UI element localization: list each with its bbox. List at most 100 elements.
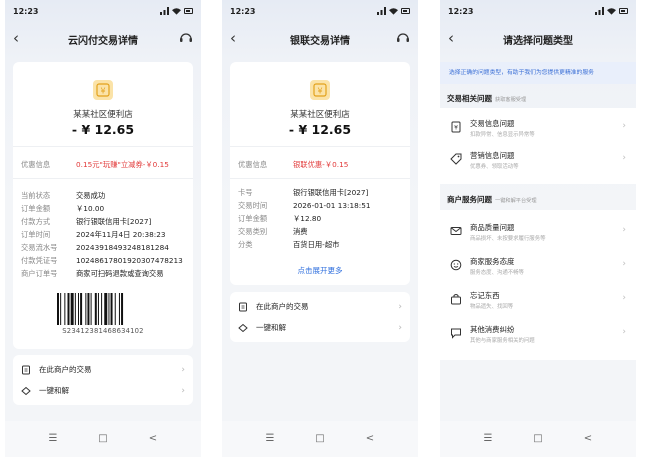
signal-icon xyxy=(595,7,604,15)
issue-title: 其他消费纠纷 xyxy=(470,325,515,334)
menu-icon[interactable]: ☰ xyxy=(43,433,63,444)
detail-key: 卡号 xyxy=(238,188,253,197)
issue-title: 商品质量问题 xyxy=(470,223,515,232)
transaction-issues-card: ¥ 交易信息问题 扣款异常、信息显示异常等 › 营销信息问题 优惠券、领取活动等… xyxy=(440,108,636,184)
mail-icon xyxy=(450,227,462,235)
battery-icon xyxy=(401,8,410,14)
discount-label: 优惠信息 xyxy=(21,160,51,169)
svg-text:¥: ¥ xyxy=(454,125,458,132)
handshake-icon xyxy=(21,386,31,396)
svg-text:¥: ¥ xyxy=(100,87,105,96)
home-icon[interactable]: □ xyxy=(528,433,548,444)
action-label: 一键和解 xyxy=(256,323,286,332)
detail-key: 付款方式 xyxy=(21,217,51,226)
discount-value: 银联优惠-￥0.15 xyxy=(293,160,349,169)
issue-item-transaction-info[interactable]: ¥ 交易信息问题 扣款异常、信息显示异常等 › xyxy=(450,116,626,142)
issue-item-marketing-info[interactable]: 营销信息问题 优惠券、领取活动等 › xyxy=(450,148,626,174)
one-click-settle-button[interactable]: 一键和解 › xyxy=(21,382,185,400)
handshake-icon xyxy=(238,323,248,333)
home-icon[interactable]: □ xyxy=(310,433,330,444)
discount-row: 优惠信息 0.15元"玩赚"立减券-￥0.15 xyxy=(21,159,187,170)
signal-icon xyxy=(377,7,386,15)
status-bar: 12:23 xyxy=(13,6,193,18)
section-title: 交易相关问题 xyxy=(447,94,492,103)
detail-row: 付款方式 银行银联信用卡[2027] xyxy=(21,216,187,227)
nav-back-icon[interactable]: < xyxy=(360,433,380,444)
menu-icon[interactable]: ☰ xyxy=(260,433,280,444)
receipt-icon: ¥ xyxy=(451,121,461,133)
status-time: 12:23 xyxy=(448,7,474,16)
detail-row: 交易类别 消费 xyxy=(238,226,404,237)
issue-item-other-disputes[interactable]: 其他消费纠纷 其他与商家服务相关的问题 › xyxy=(450,322,626,348)
merchant-transactions-button[interactable]: 在此商户的交易 › xyxy=(238,298,402,316)
nav-bar: ‹ 云闪付交易详情 xyxy=(5,28,201,50)
issue-item-product-quality[interactable]: 商品质量问题 商品损坏、未按要求履行服务等 › xyxy=(450,220,626,246)
status-time: 12:23 xyxy=(230,7,256,16)
section-title-transaction: 交易相关问题 获取客服受理 xyxy=(447,93,526,104)
issue-title: 忘记东西 xyxy=(470,291,500,300)
detail-row: 付款凭证号 10248617801920307478213 xyxy=(21,255,187,266)
amount: - ¥ 12.65 xyxy=(288,122,352,137)
chevron-right-icon: › xyxy=(398,302,402,312)
detail-value: 银行银联信用卡[2027] xyxy=(293,188,369,197)
divider xyxy=(230,146,410,147)
divider xyxy=(13,178,193,179)
battery-icon xyxy=(184,8,193,14)
detail-row: 订单时间 2024年11月4日 20:38:23 xyxy=(21,229,187,240)
svg-text:¥: ¥ xyxy=(317,87,322,96)
detail-row: 订单金额 ￥12.80 xyxy=(238,213,404,224)
one-click-settle-button[interactable]: 一键和解 › xyxy=(238,319,402,337)
customer-service-icon[interactable] xyxy=(179,31,193,45)
detail-key: 商户订单号 xyxy=(21,269,58,278)
action-label: 一键和解 xyxy=(39,386,69,395)
detail-row: 交易流水号 20243918493248181284 xyxy=(21,242,187,253)
issue-subtitle: 服务态度、沟通不畅等 xyxy=(470,270,524,276)
merchant-transactions-button[interactable]: 在此商户的交易 › xyxy=(21,361,185,379)
smile-icon xyxy=(450,259,462,271)
section-title-merchant: 商户服务问题 一键和解平台受理 xyxy=(447,194,537,205)
receipt-icon xyxy=(22,365,30,375)
system-nav-bar: ☰ □ < xyxy=(440,421,636,457)
detail-key: 订单金额 xyxy=(21,204,51,213)
detail-value: 百货日用-超市 xyxy=(293,240,340,249)
detail-row: 订单金额 ￥10.00 xyxy=(21,203,187,214)
home-icon[interactable]: □ xyxy=(93,433,113,444)
detail-value: ￥10.00 xyxy=(76,204,105,213)
detail-value: 交易成功 xyxy=(76,191,106,200)
status-bar: 12:23 xyxy=(448,6,628,18)
discount-value: 0.15元"玩赚"立减券-￥0.15 xyxy=(76,160,169,169)
barcode xyxy=(57,293,124,325)
detail-value: ￥12.80 xyxy=(293,214,322,223)
detail-key: 付款凭证号 xyxy=(21,256,58,265)
detail-key: 交易类别 xyxy=(238,227,268,236)
detail-key: 交易流水号 xyxy=(21,243,58,252)
chevron-right-icon: › xyxy=(622,293,626,303)
status-time: 12:23 xyxy=(13,7,39,16)
detail-value: 20243918493248181284 xyxy=(76,243,169,252)
issue-item-forgot-items[interactable]: 忘记东西 物品遗失、找回等 › xyxy=(450,288,626,314)
nav-bar: ‹ 请选择问题类型 xyxy=(440,28,636,50)
detail-row: 分类 百货日用-超市 xyxy=(238,239,404,250)
detail-row: 卡号 银行银联信用卡[2027] xyxy=(238,187,404,198)
section-subtitle: 获取客服受理 xyxy=(495,97,527,103)
nav-back-icon[interactable]: < xyxy=(578,433,598,444)
issue-subtitle: 其他与商家服务相关的问题 xyxy=(470,338,535,344)
system-nav-bar: ☰ □ < xyxy=(222,421,418,457)
wifi-icon xyxy=(607,8,616,15)
detail-value: 2024年11月4日 20:38:23 xyxy=(76,230,166,239)
nav-back-icon[interactable]: < xyxy=(143,433,163,444)
detail-row: 交易时间 2026-01-01 13:18:51 xyxy=(238,200,404,211)
merchant-icon: ¥ xyxy=(93,80,113,100)
issue-subtitle: 优惠券、领取活动等 xyxy=(470,164,519,170)
customer-service-icon[interactable] xyxy=(396,31,410,45)
issue-item-service-attitude[interactable]: 商家服务态度 服务态度、沟通不畅等 › xyxy=(450,254,626,280)
action-label: 在此商户的交易 xyxy=(39,365,92,374)
expand-more-link[interactable]: 点击展开更多 xyxy=(230,265,410,276)
battery-icon xyxy=(619,8,628,14)
chevron-right-icon: › xyxy=(181,386,185,396)
detail-key: 订单时间 xyxy=(21,230,51,239)
menu-icon[interactable]: ☰ xyxy=(478,433,498,444)
chevron-right-icon: › xyxy=(622,327,626,337)
wifi-icon xyxy=(389,8,398,15)
nav-bar: ‹ 银联交易详情 xyxy=(222,28,418,50)
